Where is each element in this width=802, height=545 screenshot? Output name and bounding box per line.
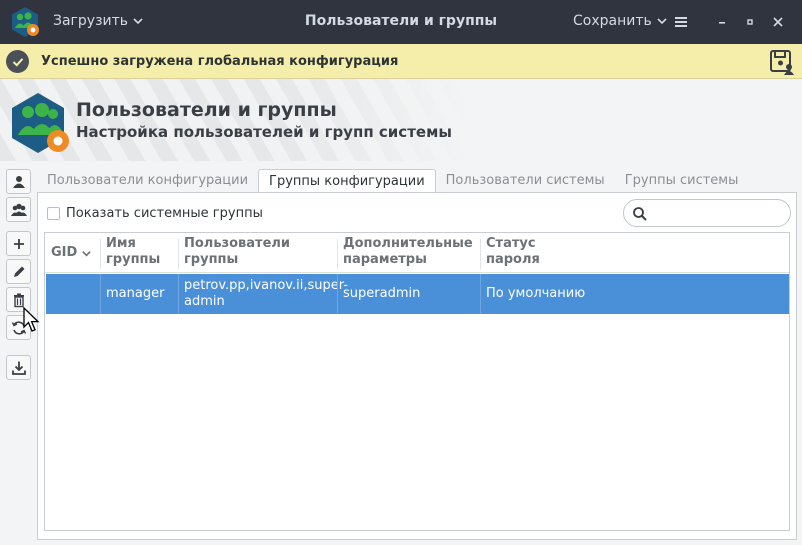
table-header: GID Имя группы Пользователи группы Допол… bbox=[45, 233, 789, 273]
trash-icon bbox=[13, 293, 24, 307]
cell-separator bbox=[480, 274, 481, 314]
column-separator bbox=[178, 239, 179, 269]
groups-view-button[interactable] bbox=[6, 197, 31, 222]
minimize-icon bbox=[719, 22, 725, 24]
page-subtitle: Настройка пользователей и групп системы bbox=[76, 123, 452, 141]
column-header-password-status[interactable]: Статус пароля bbox=[486, 236, 540, 268]
column-header-gid[interactable]: GID bbox=[51, 245, 92, 261]
success-check-icon bbox=[6, 50, 29, 73]
cell-extra-params: superadmin bbox=[343, 286, 421, 301]
show-system-groups-checkbox[interactable]: Показать системные группы bbox=[47, 206, 263, 221]
plus-icon bbox=[13, 238, 24, 249]
maximize-icon bbox=[747, 19, 753, 25]
import-button[interactable] bbox=[6, 355, 31, 380]
column-header-label: Дополнительные bbox=[343, 236, 473, 251]
save-menu-button[interactable]: Сохранить bbox=[573, 13, 668, 29]
cell-group-users-line: petrov.pp,ivanov.ii,super- bbox=[184, 278, 348, 293]
column-header-label: параметры bbox=[343, 252, 427, 267]
group-icon bbox=[10, 203, 27, 216]
search-icon bbox=[633, 207, 647, 221]
hamburger-menu-icon[interactable] bbox=[672, 14, 690, 30]
column-header-group-name[interactable]: Имя группы bbox=[106, 236, 160, 268]
column-header-label: Пользователи bbox=[184, 236, 291, 251]
search-input[interactable] bbox=[623, 199, 791, 227]
column-header-label: Статус bbox=[486, 236, 536, 251]
column-header-label: пароля bbox=[486, 252, 540, 267]
sort-chevron-down-icon bbox=[82, 250, 92, 257]
column-separator bbox=[337, 239, 338, 269]
load-menu-label: Загрузить bbox=[53, 13, 129, 29]
groups-table: GID Имя группы Пользователи группы Допол… bbox=[44, 232, 790, 531]
cell-password-status: По умолчанию bbox=[486, 286, 586, 301]
cell-group-users-line: admin bbox=[184, 294, 225, 309]
users-view-button[interactable] bbox=[6, 169, 31, 194]
delete-button[interactable] bbox=[6, 287, 31, 312]
column-header-label: GID bbox=[51, 245, 78, 260]
download-icon bbox=[11, 361, 26, 375]
table-row[interactable]: manager petrov.pp,ivanov.ii,super- admin… bbox=[46, 274, 789, 314]
users-groups-app-icon bbox=[12, 7, 39, 37]
cell-group-name: manager bbox=[106, 286, 165, 301]
checkbox-box[interactable] bbox=[47, 207, 60, 220]
column-header-extra-params[interactable]: Дополнительные параметры bbox=[343, 236, 473, 268]
tab-config-users[interactable]: Пользователи конфигурации bbox=[37, 169, 258, 193]
cell-separator bbox=[100, 274, 101, 314]
chevron-down-icon bbox=[657, 18, 667, 25]
tab-config-groups[interactable]: Группы конфигурации bbox=[258, 169, 436, 193]
add-button[interactable] bbox=[6, 231, 31, 256]
refresh-icon bbox=[11, 320, 26, 335]
cell-separator bbox=[178, 274, 179, 314]
show-system-groups-label: Показать системные группы bbox=[66, 206, 263, 221]
tab-panel: Показать системные группы GID Имя группы… bbox=[37, 192, 797, 540]
column-header-label: группы bbox=[184, 252, 239, 267]
maximize-button[interactable] bbox=[740, 12, 760, 32]
column-header-label: группы bbox=[106, 252, 161, 267]
refresh-button[interactable] bbox=[6, 315, 31, 340]
notification-text: Успешно загружена глобальная конфигураци… bbox=[41, 54, 399, 69]
column-header-label: Имя bbox=[106, 236, 136, 251]
header-banner: Пользователи и группы Настройка пользова… bbox=[0, 79, 470, 161]
user-icon bbox=[12, 175, 25, 188]
load-menu-button[interactable]: Загрузить bbox=[53, 13, 144, 29]
users-groups-logo-icon bbox=[12, 93, 69, 153]
title-bar: Загрузить Пользователи и группы Сохранит… bbox=[0, 0, 802, 44]
close-button[interactable] bbox=[768, 12, 788, 32]
column-separator bbox=[100, 239, 101, 269]
tab-bar: Пользователи конфигурации Группы конфигу… bbox=[37, 169, 748, 193]
page-title: Пользователи и группы bbox=[76, 99, 337, 121]
edit-button[interactable] bbox=[6, 259, 31, 284]
chevron-down-icon bbox=[133, 18, 143, 25]
pencil-icon bbox=[13, 266, 24, 277]
close-icon bbox=[773, 17, 783, 27]
minimize-button[interactable] bbox=[712, 12, 732, 32]
save-menu-label: Сохранить bbox=[573, 13, 652, 29]
tab-system-groups[interactable]: Группы системы bbox=[615, 169, 749, 193]
notification-bar: Успешно загружена глобальная конфигураци… bbox=[0, 44, 802, 79]
column-separator bbox=[480, 239, 481, 269]
tab-system-users[interactable]: Пользователи системы bbox=[436, 169, 615, 193]
save-user-config-icon[interactable] bbox=[768, 48, 796, 76]
cell-group-users: petrov.pp,ivanov.ii,super- admin bbox=[184, 274, 348, 314]
column-header-group-users[interactable]: Пользователи группы bbox=[184, 236, 290, 268]
cell-separator bbox=[337, 274, 338, 314]
main-area: Пользователи и группы Настройка пользова… bbox=[0, 79, 802, 545]
